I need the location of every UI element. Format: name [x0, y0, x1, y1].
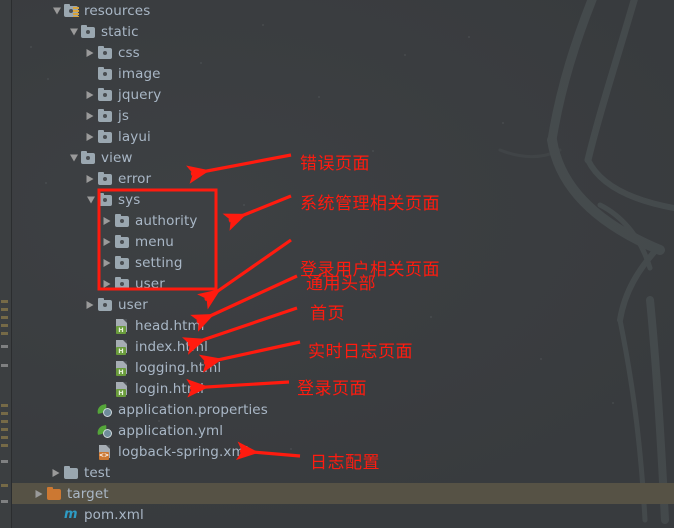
folder-icon [97, 171, 113, 187]
expand-twisty-icon[interactable] [101, 252, 114, 273]
tree-row-label: resources [84, 2, 151, 19]
annotation-label-login-html: 登录页面 [297, 379, 367, 399]
tree-row-label: test [84, 464, 111, 481]
project-tree-screenshot: resources static css image jquery js layui view… [0, 0, 674, 528]
folder-icon [114, 213, 130, 229]
expand-twisty-icon[interactable] [84, 294, 97, 315]
tree-row-js[interactable]: js [12, 105, 674, 126]
folder-icon [114, 255, 130, 271]
tree-row-label: pom.xml [84, 506, 144, 523]
tree-row-label: setting [135, 254, 183, 271]
collapse-twisty-icon[interactable] [84, 189, 97, 210]
tree-row-label: css [118, 44, 140, 61]
tree-row-label: head.html [135, 317, 205, 334]
expand-twisty-icon[interactable] [84, 84, 97, 105]
collapse-twisty-icon[interactable] [67, 21, 80, 42]
expand-twisty-icon[interactable] [101, 273, 114, 294]
tree-row-label: image [118, 65, 161, 82]
folder-icon [97, 129, 113, 145]
expand-twisty-icon[interactable] [50, 462, 63, 483]
expand-twisty-icon[interactable] [101, 210, 114, 231]
folder-resources-icon [63, 3, 79, 19]
tree-row-label: logback-spring.xml [118, 443, 249, 460]
xml-file-icon: <> [97, 444, 113, 460]
annotation-label-sys: 系统管理相关页面 [300, 194, 440, 214]
folder-icon [80, 150, 96, 166]
folder-icon [97, 87, 113, 103]
tree-row-label: jquery [118, 86, 162, 103]
folder-icon [97, 108, 113, 124]
folder-icon [97, 297, 113, 313]
folder-orange-icon [46, 486, 62, 502]
annotation-label-error: 错误页面 [300, 154, 370, 174]
tree-row-label: target [67, 485, 109, 502]
tree-row-label: layui [118, 128, 151, 145]
folder-icon [114, 234, 130, 250]
tree-row-application-yml[interactable]: application.yml [12, 420, 674, 441]
collapse-twisty-icon[interactable] [67, 147, 80, 168]
tree-row-label: application.yml [118, 422, 224, 439]
expand-twisty-icon[interactable] [84, 105, 97, 126]
html-file-icon: H [114, 360, 130, 376]
tree-row-image[interactable]: image [12, 63, 674, 84]
tree-row-jquery[interactable]: jquery [12, 84, 674, 105]
tree-row-label: js [118, 107, 129, 124]
folder-icon [63, 465, 79, 481]
expand-twisty-icon[interactable] [84, 42, 97, 63]
tree-row-application-properties[interactable]: application.properties [12, 399, 674, 420]
tree-row-label: view [101, 149, 133, 166]
expand-twisty-icon[interactable] [101, 231, 114, 252]
tree-row-label: user [118, 296, 148, 313]
expand-twisty-icon[interactable] [84, 168, 97, 189]
tree-row-resources[interactable]: resources [12, 0, 674, 21]
tree-row-label: authority [135, 212, 198, 229]
folder-icon [80, 24, 96, 40]
tree-row-label: sys [118, 191, 141, 208]
folder-icon [97, 192, 113, 208]
annotation-label-logging-html: 实时日志页面 [308, 342, 413, 362]
tree-row-label: login.html [135, 380, 204, 397]
tree-row-label: index.html [135, 338, 208, 355]
tree-row-css[interactable]: css [12, 42, 674, 63]
tree-row-target[interactable]: target [12, 483, 674, 504]
tree-row-static[interactable]: static [12, 21, 674, 42]
spring-config-icon [96, 423, 113, 439]
maven-file-icon: m [64, 506, 78, 522]
tree-row-label: menu [135, 233, 174, 250]
expand-twisty-icon[interactable] [33, 483, 46, 504]
tree-row-label: static [101, 23, 139, 40]
html-file-icon: H [114, 381, 130, 397]
folder-icon [97, 45, 113, 61]
html-file-icon: H [114, 339, 130, 355]
tree-row-label: user [135, 275, 165, 292]
folder-icon [97, 66, 113, 82]
annotation-label-index-html: 首页 [310, 304, 345, 324]
annotation-label-head-html: 通用头部 [306, 274, 376, 294]
tree-row-menu[interactable]: menu [12, 231, 674, 252]
collapse-twisty-icon[interactable] [50, 0, 63, 21]
tree-row-label: error [118, 170, 152, 187]
html-file-icon: H [114, 318, 130, 334]
tree-row-layui[interactable]: layui [12, 126, 674, 147]
tree-row-pom-xml[interactable]: m pom.xml [12, 504, 674, 525]
expand-twisty-icon[interactable] [84, 126, 97, 147]
annotation-label-logback-spring-xml: 日志配置 [310, 453, 380, 473]
tree-row-label: application.properties [118, 401, 268, 418]
spring-config-icon [96, 402, 113, 418]
tree-row-label: logging.html [135, 359, 222, 376]
folder-icon [114, 276, 130, 292]
